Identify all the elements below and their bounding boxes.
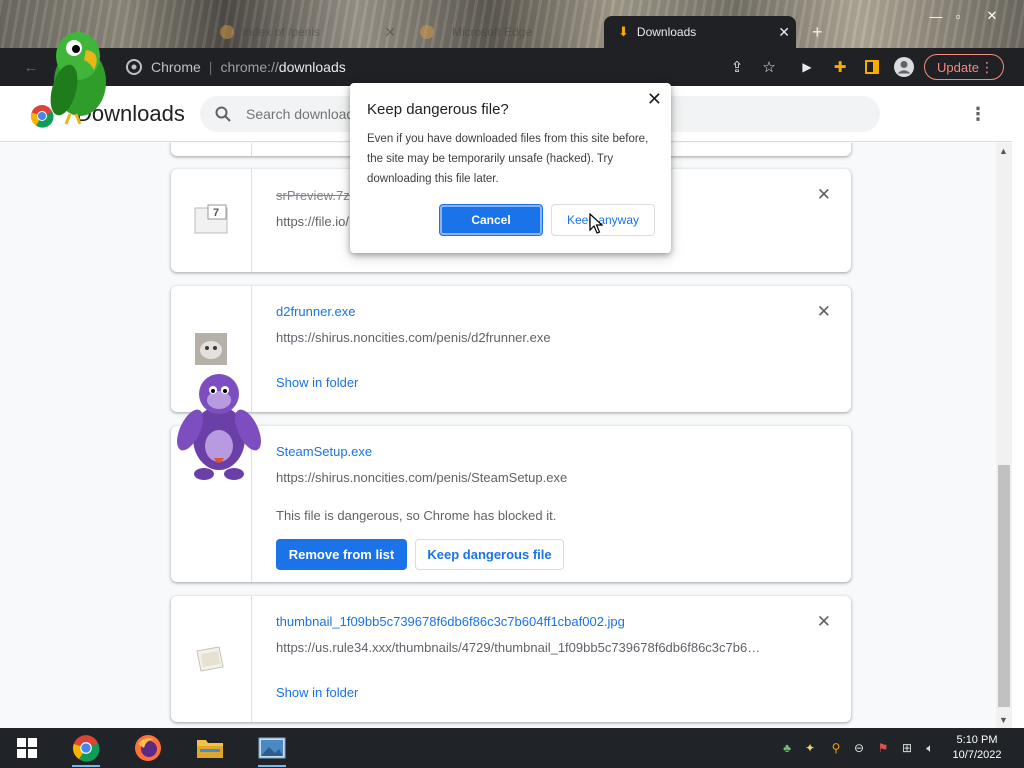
remove-download-icon[interactable]: ✕ bbox=[817, 612, 831, 632]
profile-avatar-icon[interactable] bbox=[893, 56, 915, 78]
taskbar-photo-viewer[interactable] bbox=[252, 732, 292, 767]
taskbar-file-explorer[interactable] bbox=[190, 732, 230, 764]
tab-index-of-penis[interactable]: Index of /penis ✕ bbox=[212, 16, 402, 48]
scroll-down-arrow-icon[interactable]: ▼ bbox=[999, 715, 1008, 725]
bookmark-star-icon[interactable]: ☆ bbox=[758, 56, 780, 78]
toolbar: ← Chrome | chrome:// downloads ⇪ ☆ ▶ ✚ U… bbox=[0, 48, 1024, 86]
remove-download-icon[interactable]: ✕ bbox=[817, 302, 831, 322]
volume-icon[interactable]: 🔈︎ bbox=[922, 740, 938, 756]
search-icon bbox=[215, 106, 231, 122]
download-url[interactable]: https://shirus.noncities.com/penis/d2fru… bbox=[276, 330, 551, 345]
card-icon-column: 7 bbox=[171, 169, 252, 272]
system-clock[interactable]: 5:10 PM 10/7/2022 bbox=[946, 733, 1008, 763]
download-filename[interactable]: d2frunner.exe bbox=[276, 304, 356, 319]
clock-date: 10/7/2022 bbox=[952, 749, 1002, 761]
update-button[interactable]: Update ⋮ bbox=[924, 54, 1004, 80]
menu-dots-icon[interactable]: ⋮ bbox=[980, 59, 994, 76]
card-icon-column bbox=[171, 596, 252, 722]
update-label: Update bbox=[937, 59, 979, 75]
more-actions-icon[interactable]: ⋮ bbox=[968, 104, 988, 126]
window-edge bbox=[1012, 86, 1024, 728]
tab-downloads[interactable]: ⬇ Downloads ✕ bbox=[604, 16, 796, 48]
download-url[interactable]: https://us.rule34.xxx/thumbnails/4729/th… bbox=[276, 640, 760, 655]
maximize-icon[interactable]: ▫ bbox=[944, 6, 972, 26]
card-icon-column bbox=[171, 143, 252, 156]
archive-file-icon: 7 bbox=[194, 204, 228, 234]
url-scheme: chrome:// bbox=[220, 59, 279, 75]
download-card: thumbnail_1f09bb5c739678f6db6f86c3c7b604… bbox=[171, 596, 851, 722]
scroll-up-arrow-icon[interactable]: ▲ bbox=[999, 146, 1008, 156]
keep-anyway-button[interactable]: Keep anyway bbox=[551, 204, 655, 236]
download-card: SteamSetup.exe https://shirus.noncities.… bbox=[171, 426, 851, 582]
download-url[interactable]: https://shirus.noncities.com/penis/Steam… bbox=[276, 470, 567, 485]
tray-status-icon[interactable]: ⊖ bbox=[851, 740, 867, 756]
download-favicon-icon: ⬇ bbox=[618, 24, 629, 39]
download-card: d2frunner.exe https://shirus.noncities.c… bbox=[171, 286, 851, 412]
tab-close-icon[interactable]: ✕ bbox=[772, 24, 796, 41]
show-in-folder-link[interactable]: Show in folder bbox=[276, 375, 358, 390]
chrome-site-icon bbox=[126, 59, 142, 75]
tray-search-icon[interactable]: ⚲ bbox=[828, 740, 844, 756]
photo-app-icon bbox=[258, 737, 286, 759]
windows-logo-icon bbox=[17, 738, 37, 758]
keep-dangerous-file-dialog: Keep dangerous file? ✕ Even if you have … bbox=[350, 83, 671, 253]
edge-favicon-icon bbox=[420, 25, 434, 39]
tray-flag-icon[interactable]: ⚑ bbox=[875, 740, 891, 756]
svg-text:7: 7 bbox=[213, 207, 219, 219]
keep-dangerous-file-button[interactable]: Keep dangerous file bbox=[415, 539, 564, 570]
clock-time: 5:10 PM bbox=[956, 734, 998, 746]
share-icon[interactable]: ⇪ bbox=[726, 56, 748, 78]
folder-favicon-icon bbox=[220, 25, 234, 39]
omnibox-site-chip: Chrome bbox=[151, 59, 201, 75]
mouse-cursor-icon bbox=[589, 213, 603, 234]
back-arrow-icon[interactable]: ← bbox=[20, 56, 42, 78]
tray-app-icon[interactable]: ♣ bbox=[779, 740, 795, 756]
omnibox[interactable]: Chrome | chrome:// downloads bbox=[116, 53, 794, 81]
cancel-button[interactable]: Cancel bbox=[439, 204, 543, 236]
close-window-icon[interactable]: ✕ bbox=[978, 6, 1006, 26]
taskbar-firefox[interactable] bbox=[128, 732, 168, 764]
windows-taskbar: ♣ ✦ ⚲ ⊖ ⚑ ⊞ 🔈︎ 5:10 PM 10/7/2022 bbox=[0, 728, 1024, 768]
media-play-icon[interactable]: ▶ bbox=[796, 56, 818, 78]
page-scrollbar[interactable]: ▲ ▼ bbox=[996, 143, 1012, 728]
remove-download-icon[interactable]: ✕ bbox=[817, 185, 831, 205]
folder-app-icon bbox=[197, 740, 223, 758]
danger-warning: This file is dangerous, so Chrome has bl… bbox=[276, 508, 557, 523]
chrome-app-icon bbox=[73, 735, 100, 762]
scrollbar-thumb[interactable] bbox=[998, 465, 1010, 707]
tray-app-icon[interactable]: ✦ bbox=[802, 740, 818, 756]
tab-label: Downloads bbox=[636, 25, 697, 39]
taskbar-chrome[interactable] bbox=[66, 732, 106, 767]
image-file-icon bbox=[196, 646, 224, 672]
tab-microsoft-edge[interactable]: Microsoft Edge bbox=[412, 16, 600, 48]
executable-thumbnail-icon bbox=[195, 333, 227, 365]
download-filename: srPreview.7z bbox=[276, 188, 350, 203]
url-path: downloads bbox=[278, 59, 346, 75]
show-in-folder-link[interactable]: Show in folder bbox=[276, 685, 358, 700]
side-panel-icon[interactable] bbox=[861, 56, 883, 78]
tab-label: Index of /penis bbox=[242, 25, 321, 39]
download-filename[interactable]: thumbnail_1f09bb5c739678f6db6f86c3c7b604… bbox=[276, 614, 625, 629]
parrot-mascot-icon bbox=[50, 32, 106, 125]
tab-close-icon[interactable]: ✕ bbox=[378, 24, 402, 41]
start-button[interactable] bbox=[7, 732, 47, 764]
dialog-title: Keep dangerous file? bbox=[367, 101, 509, 118]
purple-gorilla-mascot-icon bbox=[177, 374, 261, 480]
remove-from-list-button[interactable]: Remove from list bbox=[276, 539, 407, 570]
dialog-close-icon[interactable]: ✕ bbox=[647, 89, 662, 110]
download-url[interactable]: https://file.io/ bbox=[276, 214, 349, 229]
tab-label: Microsoft Edge bbox=[452, 25, 533, 39]
download-filename[interactable]: SteamSetup.exe bbox=[276, 444, 372, 459]
omnibox-separator: | bbox=[208, 59, 213, 75]
network-icon[interactable]: ⊞ bbox=[899, 740, 915, 756]
firefox-app-icon bbox=[135, 735, 161, 761]
extensions-puzzle-icon[interactable]: ✚ bbox=[829, 56, 851, 78]
dialog-body: Even if you have downloaded files from t… bbox=[367, 133, 649, 185]
new-tab-icon[interactable]: + bbox=[812, 22, 823, 43]
